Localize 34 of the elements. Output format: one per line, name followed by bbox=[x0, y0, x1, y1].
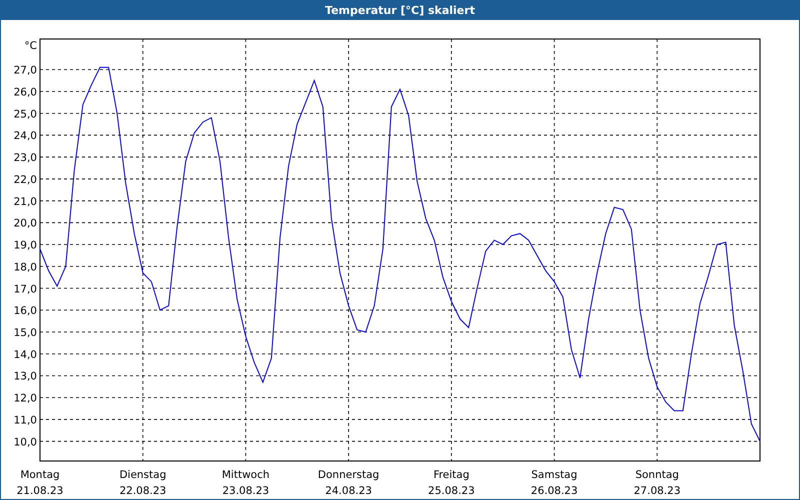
y-tick-label: 26,0 bbox=[14, 86, 37, 98]
weekday-label: Samstag bbox=[531, 469, 578, 481]
y-tick-label: 15,0 bbox=[14, 327, 37, 339]
date-label: 25.08.23 bbox=[428, 485, 475, 497]
y-tick-label: 12,0 bbox=[14, 392, 37, 405]
weekday-label: Dienstag bbox=[119, 469, 166, 481]
weekday-label: Montag bbox=[20, 469, 60, 481]
date-label: 23.08.23 bbox=[222, 485, 270, 497]
date-label: 26.08.23 bbox=[530, 485, 578, 497]
y-tick-label: 13,0 bbox=[14, 370, 37, 383]
date-label: 22.08.23 bbox=[119, 485, 166, 497]
y-tick-label: 10,0 bbox=[14, 436, 37, 448]
date-label: 27.08.23 bbox=[634, 485, 681, 497]
y-tick-label: 17,0 bbox=[14, 283, 37, 296]
date-label: 21.08.23 bbox=[16, 485, 64, 497]
weekday-label: Mittwoch bbox=[222, 469, 270, 481]
y-tick-label: 16,0 bbox=[14, 305, 37, 318]
y-tick-label: 21,0 bbox=[14, 196, 37, 208]
y-tick-label: 25,0 bbox=[14, 108, 37, 120]
y-tick-label: 19,0 bbox=[14, 240, 37, 252]
y-tick-label: 24,0 bbox=[14, 130, 37, 142]
weekday-label: Sonntag bbox=[635, 469, 679, 481]
y-tick-label: 22,0 bbox=[14, 174, 37, 186]
y-tick-label: 14,0 bbox=[14, 348, 37, 361]
weekday-label: Donnerstag bbox=[318, 469, 380, 481]
date-label: 24.08.23 bbox=[325, 485, 372, 497]
y-tick-label: 23,0 bbox=[14, 152, 37, 164]
y-tick-label: 18,0 bbox=[14, 261, 37, 274]
window-title: Temperatur [°C] skaliert bbox=[1, 0, 799, 20]
y-tick-label: 27,0 bbox=[14, 64, 37, 77]
weekday-label: Freitag bbox=[433, 469, 470, 481]
y-tick-label: 11,0 bbox=[14, 414, 37, 426]
y-axis-unit: °C bbox=[24, 40, 37, 52]
y-tick-label: 20,0 bbox=[14, 218, 37, 230]
